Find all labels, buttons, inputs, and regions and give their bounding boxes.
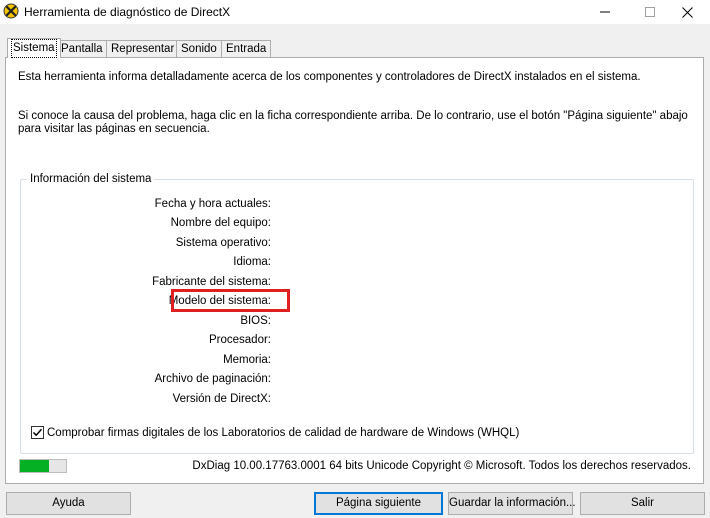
progress-bar [19,459,67,473]
system-tab-panel: Esta herramienta informa detalladamente … [5,57,704,484]
label-system-manufacturer: Fabricante del sistema: [152,276,271,288]
whql-check-row[interactable]: Comprobar firmas digitales de los Labora… [31,426,519,439]
minimize-icon [600,7,610,17]
help-button[interactable]: Ayuda [6,492,131,515]
tab-representar[interactable]: Representar [106,40,180,57]
title-bar: Herramienta de diagnóstico de DirectX [0,0,710,24]
system-info-group: Información del sistema Fecha y hora act… [20,173,694,454]
system-model-highlight [171,289,290,312]
directx-icon [3,3,19,19]
label-page-file: Archivo de paginación: [154,373,271,385]
progress-fill [20,460,49,472]
label-bios: BIOS: [240,315,271,327]
help-text: Si conoce la causa del problema, haga cl… [18,110,688,135]
save-info-button[interactable]: Guardar la información... [448,492,576,515]
label-processor: Procesador: [208,334,271,346]
intro-text: Esta herramienta informa detalladamente … [18,71,641,83]
label-directx-version: Versión de DirectX: [172,393,271,405]
tab-sistema[interactable]: Sistema [7,38,61,58]
close-icon [681,6,693,18]
tab-entrada[interactable]: Entrada [221,40,272,57]
whql-check-label: Comprobar firmas digitales de los Labora… [47,426,520,439]
label-date-time: Fecha y hora actuales: [154,198,271,210]
label-memory: Memoria: [223,354,271,366]
window-title: Herramienta de diagnóstico de DirectX [24,5,231,19]
minimize-button[interactable] [582,0,628,24]
close-button[interactable] [664,0,710,24]
exit-button[interactable]: Salir [580,492,705,515]
tab-pantalla[interactable]: Pantalla [56,40,108,57]
checkmark-icon [32,428,43,437]
label-language: Idioma: [233,256,271,268]
label-operating-system: Sistema operativo: [175,237,271,249]
tab-sonido[interactable]: Sonido [176,40,222,57]
maximize-icon [645,7,655,17]
group-title: Información del sistema [27,173,155,186]
whql-checkbox[interactable] [31,426,44,439]
next-page-button[interactable]: Página siguiente [314,492,443,515]
status-text: DxDiag 10.00.17763.0001 64 bits Unicode … [192,460,691,472]
label-computer-name: Nombre del equipo: [170,217,271,229]
